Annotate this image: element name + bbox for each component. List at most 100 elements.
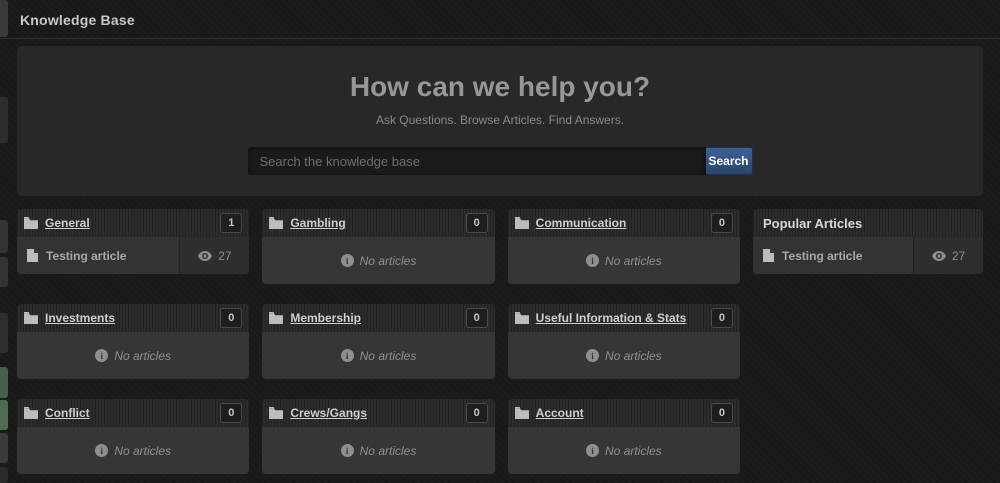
info-icon: i <box>95 349 109 362</box>
folder-icon <box>24 217 38 229</box>
category-link[interactable]: General <box>45 216 220 230</box>
category-card-crews-gangs: Crews/Gangs 0 i No articles <box>262 399 495 474</box>
eye-icon <box>931 250 946 261</box>
info-icon: i <box>585 349 599 362</box>
info-icon: i <box>340 349 354 362</box>
article-view-count: 27 <box>951 248 966 263</box>
category-count-badge: 0 <box>465 213 488 233</box>
category-link[interactable]: Investments <box>45 311 220 325</box>
folder-icon <box>24 312 38 324</box>
category-empty: i No articles <box>507 332 740 379</box>
folder-icon <box>514 407 529 419</box>
article-title: Testing article <box>46 248 127 263</box>
article-row[interactable]: Testing article 27 <box>17 237 250 274</box>
category-card-investments: Investments 0 i No articles <box>17 304 250 379</box>
category-card-membership: Membership 0 i No articles <box>262 304 495 379</box>
empty-label: No articles <box>359 348 417 363</box>
category-card-general: General 1 Testing article 27 <box>17 209 250 274</box>
article-views-cell: 27 <box>913 237 983 274</box>
sidebar-fragment <box>0 257 8 287</box>
hero-title: How can we help you? <box>349 71 651 102</box>
page-title: Knowledge Base <box>20 12 135 28</box>
category-link[interactable]: Conflict <box>45 406 220 420</box>
empty-label: No articles <box>604 253 662 268</box>
category-card-gambling: Gambling 0 i No articles <box>262 209 495 284</box>
article-view-count: 27 <box>218 248 232 263</box>
folder-icon <box>269 407 284 419</box>
article-title-cell: Testing article <box>17 237 179 274</box>
info-icon: i <box>95 444 109 457</box>
empty-label: No articles <box>114 443 171 458</box>
article-row[interactable]: Testing article 27 <box>753 237 983 274</box>
category-empty: i No articles <box>17 332 250 379</box>
category-empty: i No articles <box>17 427 250 474</box>
category-grid: General 1 Testing article 27 Gambling 0 … <box>17 209 740 474</box>
info-icon: i <box>585 444 599 457</box>
sidebar-fragment <box>0 313 8 353</box>
category-header: General 1 <box>17 209 250 237</box>
category-header: Crews/Gangs 0 <box>262 399 495 427</box>
category-link[interactable]: Gambling <box>290 216 465 230</box>
hero-panel: How can we help you? Ask Questions. Brow… <box>17 46 983 196</box>
folder-icon <box>514 217 529 229</box>
category-empty: i No articles <box>262 427 495 474</box>
sidebar-fragment <box>0 0 8 37</box>
search-input[interactable] <box>247 147 706 175</box>
sidebar-fragment <box>0 467 8 483</box>
category-empty: i No articles <box>262 237 495 284</box>
category-empty: i No articles <box>507 427 740 474</box>
article-title: Testing article <box>782 248 863 263</box>
category-count-badge: 1 <box>220 213 243 233</box>
category-empty: i No articles <box>507 237 740 284</box>
category-header: Membership 0 <box>262 304 495 332</box>
category-count-badge: 0 <box>710 403 733 423</box>
search-bar: Search <box>247 147 753 175</box>
category-count-badge: 0 <box>465 308 488 328</box>
article-title-cell: Testing article <box>753 237 913 274</box>
sidebar-fragment-green <box>0 400 8 430</box>
category-count-badge: 0 <box>220 308 243 328</box>
category-header: Gambling 0 <box>262 209 495 237</box>
folder-icon <box>269 217 284 229</box>
folder-icon <box>514 312 529 324</box>
sidebar-fragment-green <box>0 367 8 398</box>
popular-articles-panel: Popular Articles Testing article 27 <box>753 209 983 474</box>
category-count-badge: 0 <box>710 213 733 233</box>
article-views-cell: 27 <box>179 237 250 274</box>
category-link[interactable]: Account <box>536 406 711 420</box>
empty-label: No articles <box>359 443 417 458</box>
empty-label: No articles <box>604 443 662 458</box>
category-card-account: Account 0 i No articles <box>507 399 740 474</box>
folder-icon <box>269 312 284 324</box>
category-card-useful-information: Useful Information & Stats 0 i No articl… <box>507 304 740 379</box>
empty-label: No articles <box>604 348 662 363</box>
hero-subtitle: Ask Questions. Browse Articles. Find Ans… <box>375 113 625 127</box>
folder-icon <box>24 407 38 419</box>
category-count-badge: 0 <box>710 308 733 328</box>
eye-icon <box>198 250 213 261</box>
category-header: Conflict 0 <box>17 399 250 427</box>
file-icon <box>27 249 38 262</box>
info-icon: i <box>340 254 354 267</box>
empty-label: No articles <box>114 348 171 363</box>
category-header: Useful Information & Stats 0 <box>507 304 740 332</box>
category-link[interactable]: Communication <box>536 216 711 230</box>
category-header: Account 0 <box>507 399 740 427</box>
category-link[interactable]: Membership <box>290 311 465 325</box>
popular-articles-header: Popular Articles <box>753 209 983 237</box>
sidebar-fragment <box>0 97 8 143</box>
category-empty: i No articles <box>262 332 495 379</box>
category-count-badge: 0 <box>465 403 488 423</box>
search-button[interactable]: Search <box>705 147 753 175</box>
category-count-badge: 0 <box>220 403 243 423</box>
info-icon: i <box>340 444 354 457</box>
category-header: Investments 0 <box>17 304 250 332</box>
category-link[interactable]: Useful Information & Stats <box>536 311 711 325</box>
category-link[interactable]: Crews/Gangs <box>290 406 465 420</box>
page-header: Knowledge Base <box>0 0 1000 39</box>
info-icon: i <box>585 254 599 267</box>
category-header: Communication 0 <box>507 209 740 237</box>
category-card-communication: Communication 0 i No articles <box>507 209 740 284</box>
file-icon <box>763 249 774 262</box>
sidebar-fragment <box>0 220 8 253</box>
